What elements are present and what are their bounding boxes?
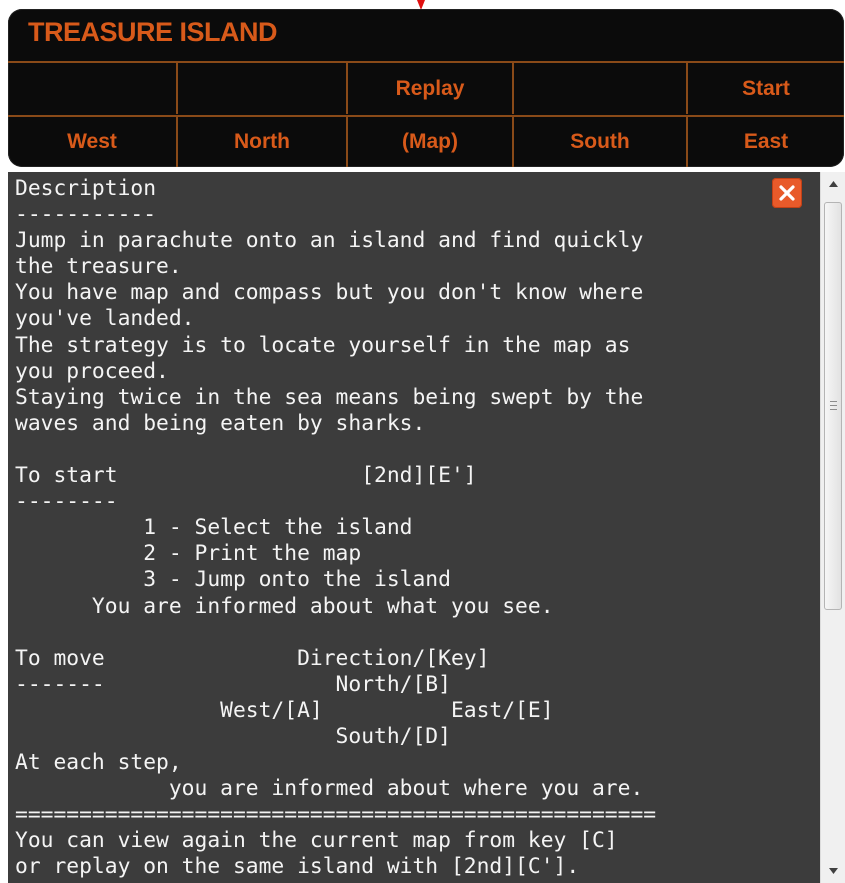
game-title: TREASURE ISLAND xyxy=(28,17,278,47)
blank-button-1[interactable] xyxy=(8,63,178,114)
scroll-up-arrow-icon xyxy=(828,181,838,187)
east-button[interactable]: East xyxy=(688,117,844,167)
top-button-row: Replay Start xyxy=(8,61,844,114)
scroll-thumb[interactable] xyxy=(824,202,842,610)
close-x-icon xyxy=(779,185,795,201)
grip-lines-icon xyxy=(830,401,837,410)
vertical-scrollbar[interactable] xyxy=(820,172,845,883)
north-button[interactable]: North xyxy=(178,117,348,167)
start-button[interactable]: Start xyxy=(688,63,844,114)
scroll-down-button[interactable] xyxy=(821,859,845,883)
game-window: TREASURE ISLAND Replay Start West North … xyxy=(0,0,845,883)
description-panel: Description ----------- Jump in parachut… xyxy=(8,172,845,883)
close-button[interactable] xyxy=(772,178,802,208)
west-button[interactable]: West xyxy=(8,117,178,167)
map-button[interactable]: (Map) xyxy=(348,117,514,167)
description-text: Description ----------- Jump in parachut… xyxy=(15,176,657,880)
replay-button[interactable]: Replay xyxy=(348,63,514,114)
control-panel: TREASURE ISLAND Replay Start West North … xyxy=(8,9,844,167)
direction-button-row: West North (Map) South East xyxy=(8,115,844,167)
south-button[interactable]: South xyxy=(514,117,688,167)
scroll-down-arrow-icon xyxy=(828,868,838,874)
blank-button-4[interactable] xyxy=(514,63,688,114)
scroll-up-button[interactable] xyxy=(821,172,845,196)
description-text-area[interactable]: Description ----------- Jump in parachut… xyxy=(8,172,820,883)
blank-button-2[interactable] xyxy=(178,63,348,114)
